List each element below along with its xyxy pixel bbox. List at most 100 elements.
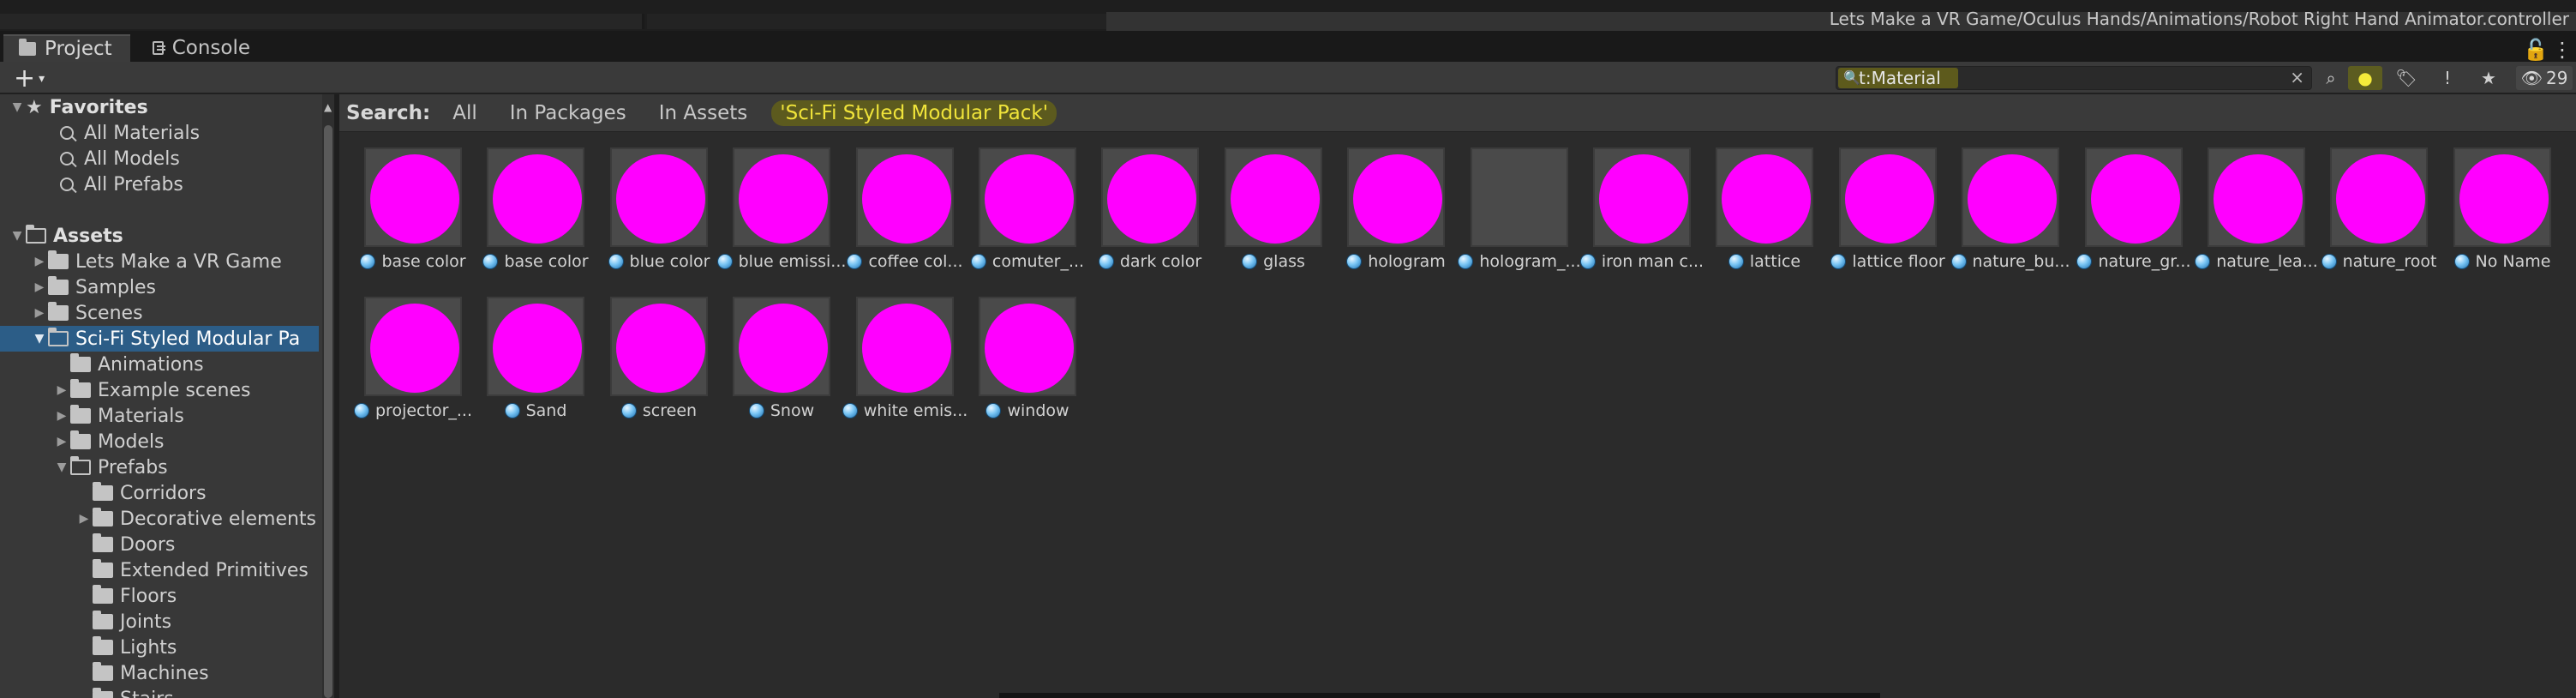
material-asset-tile[interactable]: screen xyxy=(599,297,714,434)
panel-menu-icon[interactable]: ⋮ xyxy=(2552,38,2573,62)
material-asset-tile[interactable]: coffee col... xyxy=(845,147,963,285)
material-asset-tile[interactable]: hologram_... xyxy=(1458,147,1581,285)
chevron-down-icon[interactable]: ▼ xyxy=(9,100,26,114)
folder-tree-item[interactable]: ▶ Samples xyxy=(0,274,319,300)
folder-tree-item[interactable]: Doors xyxy=(0,532,319,557)
chevron-down-icon[interactable]: ▼ xyxy=(9,229,26,243)
favorite-item-all-materials[interactable]: All Materials xyxy=(0,120,319,146)
folder-icon xyxy=(48,302,69,321)
material-asset-tile[interactable]: projector_... xyxy=(353,297,472,434)
assets-label: Assets xyxy=(53,225,123,247)
search-input[interactable] xyxy=(1859,67,2287,89)
chevron-down-icon: ▾ xyxy=(39,72,45,86)
asset-label: nature_bu... xyxy=(1950,250,2070,273)
scroll-up-icon[interactable]: ▲ xyxy=(324,101,332,113)
material-asset-tile[interactable]: lattice xyxy=(1704,147,1819,285)
folder-tree-item[interactable]: ▶ Scenes xyxy=(0,300,319,326)
material-asset-tile[interactable]: lattice floor xyxy=(1828,147,1945,285)
horizontal-scroll-thumb[interactable] xyxy=(999,693,1880,698)
asset-name: blue color xyxy=(629,252,710,271)
folder-tree-item[interactable]: Lights xyxy=(0,635,319,660)
folder-label: Example scenes xyxy=(98,379,251,401)
material-asset-tile[interactable]: blue color xyxy=(599,147,714,285)
material-asset-tile[interactable]: nature_lea... xyxy=(2195,147,2318,285)
search-field[interactable]: 🔍 × xyxy=(1836,66,2312,90)
material-asset-tile[interactable]: comuter_... xyxy=(967,147,1084,285)
save-search-button[interactable]: ⌕ xyxy=(2314,66,2348,90)
folder-tree-item[interactable]: ▼ Prefabs xyxy=(0,454,319,480)
assets-root[interactable]: ▼ Assets xyxy=(0,223,319,249)
favorite-button[interactable]: ★ xyxy=(2471,66,2506,90)
folder-tree-item[interactable]: ▶ Decorative elements xyxy=(0,506,319,532)
material-asset-tile[interactable]: No Name xyxy=(2442,147,2557,285)
tab-project[interactable]: Project xyxy=(3,34,130,62)
material-asset-tile[interactable]: base color xyxy=(353,147,468,285)
tab-console[interactable]: Console xyxy=(137,34,266,62)
material-asset-tile[interactable]: base color xyxy=(476,147,590,285)
material-asset-tile[interactable]: window xyxy=(967,297,1082,434)
chevron-right-icon[interactable]: ▶ xyxy=(53,409,70,423)
material-asset-tile[interactable]: nature_gr... xyxy=(2074,147,2191,285)
chevron-right-icon[interactable]: ▶ xyxy=(31,280,48,294)
asset-name: coffee col... xyxy=(868,252,963,271)
material-asset-tile[interactable]: Snow xyxy=(722,297,836,434)
material-preview xyxy=(1839,147,1937,247)
chevron-right-icon[interactable]: ▶ xyxy=(53,383,70,397)
asset-name: window xyxy=(1007,401,1069,420)
search-by-log-button[interactable]: ! xyxy=(2430,66,2465,90)
scroll-thumb[interactable] xyxy=(324,125,332,698)
asset-label: window xyxy=(967,400,1087,422)
chevron-right-icon[interactable]: ▶ xyxy=(53,435,70,448)
folder-tree-item[interactable]: ▶ Example scenes xyxy=(0,377,319,403)
folder-tree-item[interactable]: Machines xyxy=(0,660,319,686)
material-asset-tile[interactable]: nature_bu... xyxy=(1950,147,2070,285)
search-by-type-button[interactable]: ● xyxy=(2348,66,2382,90)
material-preview xyxy=(733,297,830,396)
folder-tree-item[interactable]: ▼ Sci-Fi Styled Modular Pa xyxy=(0,326,319,352)
folder-tree-item[interactable]: ▶ Models xyxy=(0,429,319,454)
asset-browser-panel: Search: All In Packages In Assets 'Sci-F… xyxy=(339,94,2576,698)
clear-search-icon[interactable]: × xyxy=(2290,67,2304,87)
material-asset-tile[interactable]: white emis... xyxy=(842,297,967,434)
folder-tree-item[interactable]: Floors xyxy=(0,583,319,609)
create-button[interactable]: + ▾ xyxy=(14,63,62,93)
material-asset-tile[interactable]: Sand xyxy=(476,297,590,434)
material-asset-tile[interactable]: nature_root xyxy=(2319,147,2436,285)
material-asset-tile[interactable]: blue emissi... xyxy=(716,147,846,285)
folder-tree-item[interactable]: Extended Primitives xyxy=(0,557,319,583)
asset-label: Snow xyxy=(722,400,842,422)
folder-tree-item[interactable]: Stairs xyxy=(0,686,319,698)
material-asset-tile[interactable]: iron man c... xyxy=(1579,147,1704,285)
folder-tree-scrollbar[interactable]: ▲ xyxy=(322,94,334,698)
material-asset-tile[interactable]: glass xyxy=(1213,147,1328,285)
folder-tree-item[interactable]: Joints xyxy=(0,609,319,635)
folder-tree-item[interactable]: ▶ Materials xyxy=(0,403,319,429)
folder-icon xyxy=(70,379,91,398)
scope-current-folder[interactable]: 'Sci-Fi Styled Modular Pack' xyxy=(771,99,1057,126)
favorite-item-all-models[interactable]: All Models xyxy=(0,146,319,171)
scope-in-assets[interactable]: In Assets xyxy=(659,102,748,124)
material-asset-tile[interactable]: dark color xyxy=(1090,147,1205,285)
favorites-label: Favorites xyxy=(49,96,148,118)
chevron-right-icon[interactable]: ▶ xyxy=(31,306,48,320)
favorites-header[interactable]: ▼ ★ Favorites xyxy=(0,94,319,120)
folder-icon xyxy=(93,636,113,655)
scope-all[interactable]: All xyxy=(452,102,477,124)
hidden-packages-toggle[interactable]: 👁 29 xyxy=(2516,66,2573,90)
material-asset-tile[interactable]: hologram xyxy=(1336,147,1451,285)
chevron-right-icon[interactable]: ▶ xyxy=(75,512,93,526)
favorite-item-all-prefabs[interactable]: All Prefabs xyxy=(0,171,319,197)
preview-sphere xyxy=(370,304,459,393)
chevron-down-icon[interactable]: ▼ xyxy=(53,460,70,474)
scope-in-packages[interactable]: In Packages xyxy=(510,102,626,124)
lock-icon[interactable]: 🔓 xyxy=(2523,38,2549,62)
search-by-label-button[interactable]: 🏷 xyxy=(2389,66,2423,90)
folder-tree-item[interactable]: Corridors xyxy=(0,480,319,506)
chevron-right-icon[interactable]: ▶ xyxy=(31,255,48,268)
chevron-down-icon[interactable]: ▼ xyxy=(31,332,48,346)
material-icon xyxy=(2195,254,2211,269)
folder-tree-item[interactable]: Animations xyxy=(0,352,319,377)
folder-tree-item[interactable]: ▶ Lets Make a VR Game xyxy=(0,249,319,274)
material-icon xyxy=(2453,254,2470,269)
folder-icon xyxy=(93,611,113,629)
